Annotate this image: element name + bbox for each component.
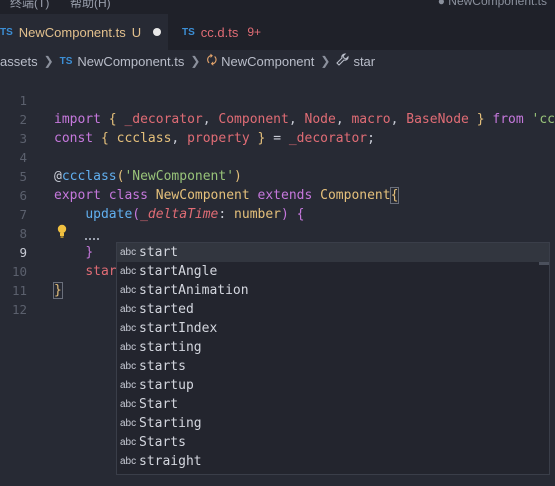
text-kind-icon: abc (120, 266, 137, 277)
suggestion-item[interactable]: abc Starting (117, 414, 549, 433)
suggestion-label: starting (139, 340, 202, 355)
code-line-9: 9 star (0, 224, 555, 279)
tab-label: NewComponent.ts (18, 24, 126, 40)
text-kind-icon: abc (120, 418, 137, 429)
menu-terminal[interactable]: 终端(T) (10, 0, 49, 11)
code-editor[interactable]: 1 import { _decorator, Component, Node, … (0, 72, 555, 486)
suggestion-label: startup (139, 378, 194, 393)
suggestion-item[interactable]: abc start (117, 243, 549, 262)
unsaved-dot-icon[interactable] (153, 28, 162, 36)
text-kind-icon: abc (120, 380, 137, 391)
text-kind-icon: abc (120, 323, 137, 334)
typescript-icon: TS (182, 26, 195, 38)
suggestion-item[interactable]: abc startAngle (117, 262, 549, 281)
suggestion-label: straight (139, 454, 202, 469)
code-line-8: 8 } (0, 205, 555, 260)
typescript-icon: TS (59, 55, 73, 67)
line-number: 12 (11, 302, 27, 317)
code-line-7: 7 (0, 186, 555, 222)
chevron-right-icon: ❯ (43, 54, 54, 68)
hint-squiggle (85, 238, 99, 242)
wrench-icon (336, 53, 349, 69)
class-icon: 🗘︎ (206, 52, 218, 67)
suggestion-item[interactable]: abc startIndex (117, 319, 549, 338)
menu-bar: 终端(T) 帮助(H) ● NewComponent.ts (0, 0, 555, 14)
untracked-badge: U (131, 24, 142, 40)
text-kind-icon: abc (120, 361, 137, 372)
typescript-icon: TS (0, 26, 13, 38)
breadcrumb-file[interactable]: NewComponent.ts (77, 54, 184, 69)
code-line-3: 3 (0, 110, 555, 146)
suggestion-widget: abc start abc startAngle abc startAnimation ab… (116, 242, 550, 475)
suggestion-item[interactable]: abc straight (117, 452, 549, 471)
suggestion-label: startIndex (139, 321, 218, 336)
code-line-6: 6 update(_deltaTime: number) { (0, 167, 555, 222)
suggestion-label: startAngle (139, 264, 218, 279)
tab-label: cc.d.ts (200, 24, 239, 40)
breadcrumb: assets ❯ TS NewComponent.ts ❯ 🗘︎ NewComp… (0, 50, 555, 72)
suggestion-item[interactable]: abc started (117, 300, 549, 319)
chevron-right-icon: ❯ (190, 54, 201, 68)
code-line-2: 2 const { ccclass, property } = _decorat… (0, 91, 555, 146)
code-line-4: 4 @ccclass('NewComponent') (0, 129, 555, 184)
tab-newcomponent[interactable]: TS NewComponent.ts U (0, 14, 168, 50)
lightbulb-icon[interactable] (57, 224, 67, 238)
breadcrumb-folder[interactable]: assets (0, 54, 38, 69)
code-line-1: 1 import { _decorator, Component, Node, … (0, 72, 555, 127)
tab-bar: TS NewComponent.ts U TS cc.d.ts 9+ (0, 14, 555, 50)
suggestion-item[interactable]: abc Start (117, 395, 549, 414)
suggestion-item[interactable]: abc startAnimation (117, 281, 549, 300)
breadcrumb-symbol[interactable]: star (353, 54, 375, 69)
tab-cc-d-ts[interactable]: TS cc.d.ts 9+ (168, 14, 300, 50)
text-kind-icon: abc (120, 399, 137, 410)
text-kind-icon: abc (120, 342, 137, 353)
text-kind-icon: abc (120, 247, 137, 258)
menu-help[interactable]: 帮助(H) (70, 0, 111, 11)
suggestion-label: start (139, 245, 179, 260)
breadcrumb-class[interactable]: NewComponent (221, 54, 314, 69)
suggestion-label: Start (139, 397, 179, 412)
suggestion-label: Starts (139, 435, 186, 450)
suggestion-item[interactable]: abc startup (117, 376, 549, 395)
text-kind-icon: abc (120, 437, 137, 448)
text-kind-icon: abc (120, 304, 137, 315)
suggestion-label: Starting (139, 416, 202, 431)
suggestion-label: starts (139, 359, 186, 374)
text-kind-icon: abc (120, 285, 137, 296)
code-line-5: 5 export class NewComponent extends Comp… (0, 148, 555, 204)
chevron-right-icon: ❯ (320, 54, 331, 68)
suggestion-label: startAnimation (139, 283, 249, 298)
suggestion-item[interactable]: abc Starts (117, 433, 549, 452)
suggestion-item[interactable]: abc starting (117, 338, 549, 357)
window-title: ● NewComponent.ts (437, 0, 547, 8)
suggestion-item[interactable]: abc starts (117, 357, 549, 376)
suggestion-label: started (139, 302, 194, 317)
problems-count-badge: 9+ (247, 25, 262, 39)
text-kind-icon: abc (120, 456, 137, 467)
